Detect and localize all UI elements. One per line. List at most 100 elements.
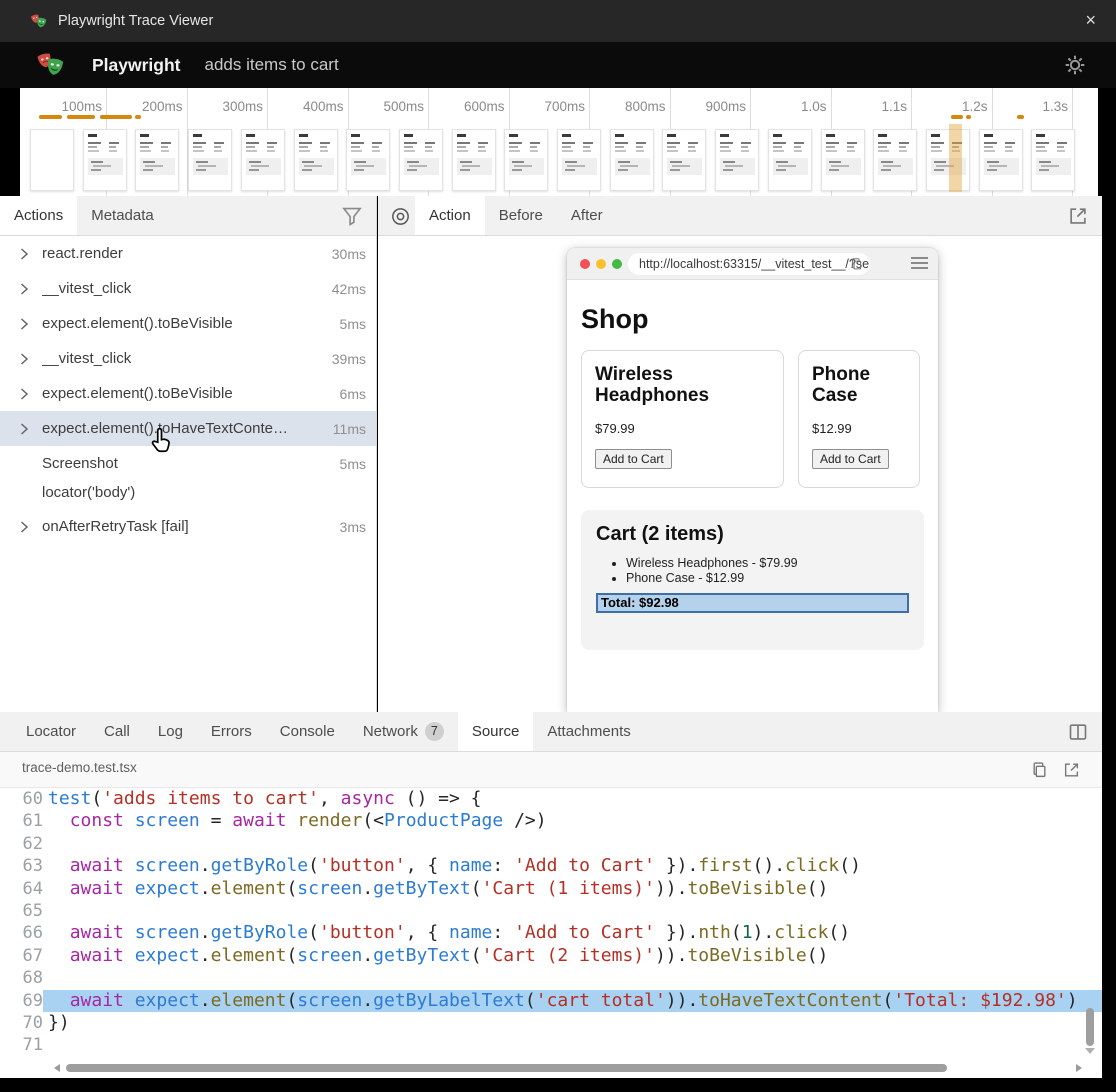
bottom-tabs: LocatorCall Log Errors Console Network7Sourc… <box>0 712 645 751</box>
snapshot-tabstrip: ActionBefore After <box>378 196 1102 236</box>
scroll-left-arrow[interactable] <box>54 1064 60 1072</box>
timeline-thumbnail[interactable] <box>188 129 232 191</box>
filter-icon[interactable] <box>342 206 362 226</box>
product-price: $79.99 <box>595 421 770 436</box>
timeline-thumbnail[interactable] <box>504 129 548 191</box>
open-source-external-icon[interactable] <box>1063 761 1080 779</box>
action-row[interactable]: Screenshot5ms <box>0 446 376 481</box>
traffic-light-green <box>612 259 622 269</box>
tab-attachments[interactable]: Attachments <box>533 712 644 751</box>
timeline-thumbnail[interactable] <box>135 129 179 191</box>
tab-label: After <box>571 196 603 236</box>
settings-gear-icon[interactable] <box>1064 54 1086 76</box>
timeline-thumbnail[interactable] <box>979 129 1023 191</box>
menu-icon[interactable] <box>911 257 928 272</box>
action-row[interactable]: expect.element().toBeVisible5ms <box>0 306 376 341</box>
test-name: adds items to cart <box>205 55 339 75</box>
action-row[interactable]: onAfterRetryTask [fail]3ms <box>0 509 376 544</box>
timeline-thumbnail[interactable] <box>873 129 917 191</box>
vertical-scroll-thumb[interactable] <box>1086 1008 1094 1046</box>
line-number: 64 <box>0 878 43 900</box>
timeline-thumbnail[interactable] <box>768 129 812 191</box>
action-label: react.render <box>42 245 324 262</box>
address-bar[interactable]: http://localhost:63315/__vitest_test__/?… <box>628 253 870 275</box>
action-row[interactable]: react.render30ms <box>0 236 376 271</box>
timeline-thumbnail[interactable] <box>557 129 601 191</box>
action-label: expect.element().toHaveTextConte… <box>42 420 325 437</box>
tab-locator[interactable]: Locator <box>12 712 90 751</box>
tab-console[interactable]: Console <box>266 712 349 751</box>
tab-errors[interactable]: Errors <box>197 712 266 751</box>
code-text: }) <box>43 1012 1102 1034</box>
horizontal-scrollbar[interactable] <box>0 1056 1102 1078</box>
add-to-cart-button[interactable]: Add to Cart <box>595 449 672 469</box>
line-number: 68 <box>0 967 43 989</box>
pick-locator-icon[interactable] <box>390 206 411 227</box>
tab-action[interactable]: Action <box>415 196 485 235</box>
code-text <box>43 833 1102 855</box>
timeline-thumbnail[interactable] <box>452 129 496 191</box>
scroll-down-arrow[interactable] <box>1085 1048 1095 1054</box>
timeline-thumbnail[interactable] <box>346 129 390 191</box>
page-title: Shop <box>581 304 924 335</box>
horizontal-scroll-thumb[interactable] <box>66 1064 947 1072</box>
action-row[interactable]: __vitest_click39ms <box>0 341 376 376</box>
chevron-right-icon <box>20 423 34 435</box>
chevron-right-icon <box>20 318 34 330</box>
tab-metadata[interactable]: Metadata <box>77 196 168 235</box>
tab-label: Console <box>280 712 335 752</box>
tab-label: Log <box>158 712 183 752</box>
product-name: Wireless Headphones <box>595 364 770 406</box>
timeline-thumbnail[interactable] <box>821 129 865 191</box>
action-label: onAfterRetryTask [fail] <box>42 518 332 535</box>
tab-before[interactable]: Before <box>485 196 557 235</box>
timeline-activity-bar <box>67 115 95 119</box>
tab-actions[interactable]: Actions <box>0 196 77 235</box>
tab-network[interactable]: Network7 <box>349 712 458 751</box>
timeline-tick-label: 1.2s <box>918 99 988 114</box>
timeline-tick-label: 100ms <box>32 99 102 114</box>
copy-url-icon[interactable] <box>850 257 863 271</box>
main-split: ActionsMetadata react.render30ms__vitest… <box>0 196 1116 712</box>
cart-total: Total: $92.98 <box>596 593 909 613</box>
line-number: 62 <box>0 833 43 855</box>
timeline-tick-label: 800ms <box>596 99 666 114</box>
timeline-thumbnail[interactable] <box>30 129 74 191</box>
tab-call[interactable]: Call <box>90 712 144 751</box>
timeline-thumbnail[interactable] <box>83 129 127 191</box>
timeline-tick-label: 200ms <box>113 99 183 114</box>
split-view-icon[interactable] <box>1068 722 1088 742</box>
timeline[interactable]: 100ms200ms300ms400ms500ms600ms700ms800ms… <box>0 88 1116 196</box>
action-row[interactable]: expect.element().toBeVisible6ms <box>0 376 376 411</box>
open-external-icon[interactable] <box>1068 206 1088 226</box>
timeline-thumbnail[interactable] <box>1031 129 1075 191</box>
action-row[interactable]: expect.element().toHaveTextConte…11ms <box>0 411 376 446</box>
tab-after[interactable]: After <box>557 196 617 235</box>
timeline-thumbnail[interactable] <box>294 129 338 191</box>
close-button[interactable]: × <box>1085 9 1096 31</box>
tab-log[interactable]: Log <box>144 712 197 751</box>
action-duration: 42ms <box>332 281 366 297</box>
timeline-thumbnail[interactable] <box>399 129 443 191</box>
timeline-thumbnail[interactable] <box>662 129 706 191</box>
timeline-tick-label: 600ms <box>435 99 505 114</box>
tab-source[interactable]: Source <box>458 712 534 751</box>
add-to-cart-button[interactable]: Add to Cart <box>812 449 889 469</box>
code-line: 62 <box>0 833 1102 855</box>
network-count-badge: 7 <box>425 722 444 741</box>
timeline-thumbnail[interactable] <box>610 129 654 191</box>
url-text: http://localhost:63315/__vitest_test__/?… <box>628 253 870 275</box>
timeline-thumbnail[interactable] <box>926 129 970 191</box>
action-row[interactable]: __vitest_click42ms <box>0 271 376 306</box>
timeline-tick-label: 300ms <box>193 99 263 114</box>
scroll-right-arrow[interactable] <box>1076 1064 1082 1072</box>
product-row: Wireless Headphones$79.99Add to CartPhon… <box>581 350 924 488</box>
timeline-thumbnail[interactable] <box>241 129 285 191</box>
action-duration: 39ms <box>332 351 366 367</box>
timeline-thumbnail[interactable] <box>715 129 759 191</box>
app-header: Playwright adds items to cart <box>0 42 1116 88</box>
code-text: const screen = await render(<ProductPage… <box>43 810 1102 832</box>
product-price: $12.99 <box>812 421 906 436</box>
snapshot-page: Shop Wireless Headphones $79.99 Add to Car… <box>567 304 938 650</box>
copy-source-icon[interactable] <box>1031 761 1048 779</box>
